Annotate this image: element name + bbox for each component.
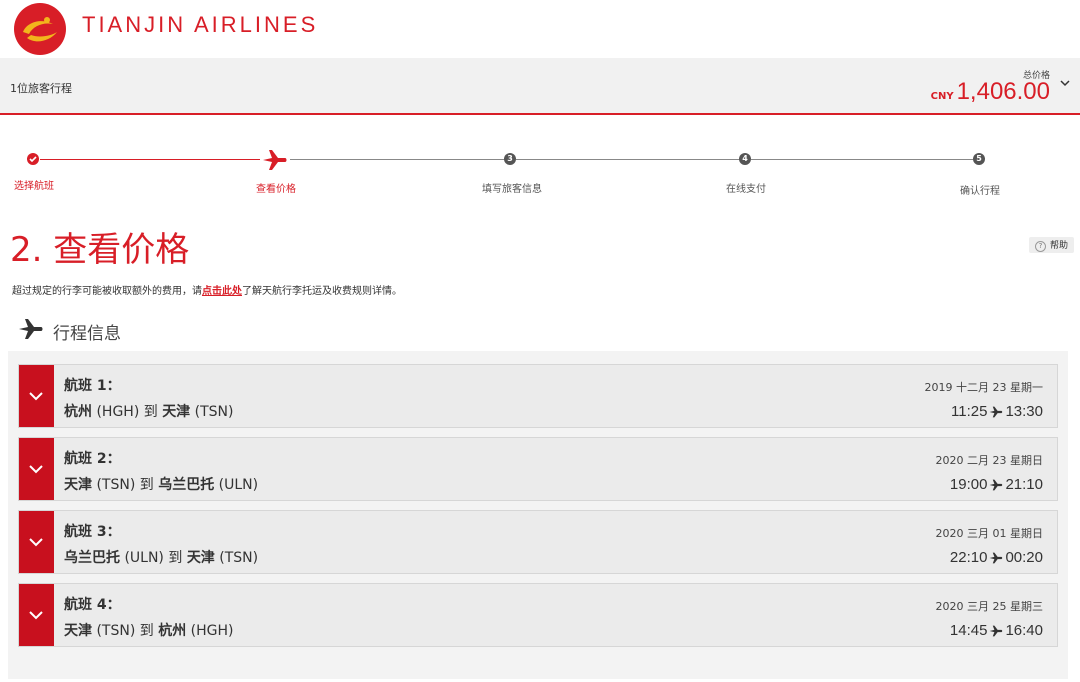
passenger-itinerary-label: 1位旅客行程 — [10, 82, 72, 95]
flight-card[interactable]: 航班 3： 乌兰巴托 (ULN) 到 天津 (TSN) 2020 三月 01 星… — [18, 510, 1058, 574]
departure-time: 14:45 — [949, 622, 988, 639]
flight-times: 11:25 13:30 — [951, 403, 1043, 420]
from-code: (TSN) — [96, 477, 136, 493]
from-city: 天津 — [64, 623, 92, 639]
chevron-down-icon — [29, 538, 43, 547]
departure-time: 11:25 — [951, 403, 988, 420]
price-amount: 1,406.00 — [956, 78, 1050, 105]
flight-name: 航班 4： — [64, 597, 121, 613]
step-5-node: 5 — [973, 153, 985, 165]
flight-date: 2020 三月 25 星期三 — [935, 600, 1043, 613]
notice-suffix: 了解天航行李托运及收费规则详情。 — [242, 286, 402, 297]
from-code: (HGH) — [96, 404, 140, 420]
progress-line — [290, 159, 505, 160]
flight-card[interactable]: 航班 1： 杭州 (HGH) 到 天津 (TSN) 2019 十二月 23 星期… — [18, 364, 1058, 428]
step-label-select-flight[interactable]: 选择航班 — [14, 177, 54, 192]
current-step-plane-icon — [263, 150, 287, 170]
from-city: 杭州 — [64, 404, 92, 420]
step-label-confirm: 确认行程 — [960, 186, 1000, 197]
from-city: 乌兰巴托 — [64, 550, 120, 566]
from-code: (TSN) — [96, 623, 136, 639]
flight-route: 乌兰巴托 (ULN) 到 天津 (TSN) — [64, 547, 258, 567]
step-4-node: 4 — [739, 153, 751, 165]
booking-progress: 3 4 5 选择航班 查看价格 填写旅客信息 在线支付 确认行程 — [0, 140, 1080, 200]
to-code: (HGH) — [190, 623, 234, 639]
to-city: 天津 — [186, 550, 215, 566]
plane-icon — [989, 625, 1003, 637]
flight-date: 2019 十二月 23 星期一 — [924, 381, 1043, 394]
from-code: (ULN) — [124, 550, 164, 566]
arrival-time: 21:10 — [1005, 476, 1043, 493]
expand-toggle[interactable] — [19, 584, 54, 646]
flight-route: 杭州 (HGH) 到 天津 (TSN) — [64, 401, 233, 421]
to-city: 杭州 — [158, 623, 187, 639]
flight-date: 2020 三月 01 星期日 — [935, 527, 1043, 540]
to-code: (TSN) — [194, 404, 234, 420]
arrival-time: 16:40 — [1005, 622, 1043, 639]
notice-prefix: 超过规定的行李可能被收取额外的费用，请 — [12, 286, 202, 297]
baggage-notice: 超过规定的行李可能被收取额外的费用，请点击此处了解天航行李托运及收费规则详情。 — [12, 282, 402, 297]
plane-icon — [989, 552, 1003, 564]
chevron-down-icon — [29, 465, 43, 474]
from-city: 天津 — [64, 477, 92, 493]
plane-icon — [19, 319, 43, 339]
arrival-time: 13:30 — [1005, 403, 1043, 420]
click-here-link[interactable]: 点击此处 — [202, 286, 242, 297]
to-city: 乌兰巴托 — [158, 477, 215, 493]
chevron-down-icon[interactable] — [1060, 78, 1070, 88]
tianjin-airlines-logo[interactable] — [13, 2, 67, 56]
help-button[interactable]: ? 帮助 — [1028, 237, 1074, 253]
to-code: (ULN) — [218, 477, 259, 493]
progress-line — [751, 159, 973, 160]
step-label-payment: 在线支付 — [726, 184, 766, 195]
to-code: (TSN) — [219, 550, 259, 566]
flight-times: 14:45 16:40 — [950, 622, 1043, 639]
section-title: 行程信息 — [53, 324, 121, 344]
flight-name: 航班 3： — [64, 524, 121, 540]
step-label-passenger-info: 填写旅客信息 — [482, 184, 542, 195]
flight-route: 天津 (TSN) 到 杭州 (HGH) — [64, 620, 233, 640]
arrival-time: 00:20 — [1005, 549, 1043, 566]
brand-name: TIANJIN AIRLINES — [82, 12, 319, 37]
to-word: 到 — [139, 623, 154, 639]
flight-card[interactable]: 航班 2： 天津 (TSN) 到 乌兰巴托 (ULN) 2020 二月 23 星… — [18, 437, 1058, 501]
progress-line-done — [40, 159, 260, 160]
flight-date: 2020 二月 23 星期日 — [935, 454, 1043, 467]
step-1-check-icon — [27, 153, 39, 165]
departure-time: 22:10 — [949, 549, 988, 566]
help-label: 帮助 — [1049, 241, 1068, 251]
flight-times: 19:00 21:10 — [950, 476, 1043, 493]
to-word: 到 — [168, 550, 183, 566]
flight-route: 天津 (TSN) 到 乌兰巴托 (ULN) — [64, 474, 258, 494]
to-word: 到 — [143, 404, 158, 420]
flight-card[interactable]: 航班 4： 天津 (TSN) 到 杭州 (HGH) 2020 三月 25 星期三… — [18, 583, 1058, 647]
page-title: 2. 查看价格 — [10, 230, 190, 270]
departure-time: 19:00 — [949, 476, 988, 493]
flight-times: 22:10 00:20 — [950, 549, 1043, 566]
step-label-view-price: 查看价格 — [256, 184, 296, 195]
chevron-down-icon — [29, 611, 43, 620]
currency-code: CNY — [930, 91, 954, 102]
flights-list: 航班 1： 杭州 (HGH) 到 天津 (TSN) 2019 十二月 23 星期… — [8, 351, 1068, 679]
total-price: CNY 1,406.00 — [931, 78, 1050, 106]
question-icon: ? — [1034, 241, 1046, 252]
flight-name: 航班 1： — [64, 378, 121, 394]
expand-toggle[interactable] — [19, 438, 54, 500]
to-word: 到 — [139, 477, 154, 493]
step-3-node: 3 — [504, 153, 516, 165]
progress-line — [516, 159, 740, 160]
plane-icon — [989, 406, 1003, 418]
chevron-down-icon — [29, 392, 43, 401]
itinerary-summary-bar[interactable]: 1位旅客行程 总价格 CNY 1,406.00 — [0, 58, 1080, 115]
top-header: TIANJIN AIRLINES — [0, 0, 1080, 58]
plane-icon — [989, 479, 1003, 491]
expand-toggle[interactable] — [19, 511, 54, 573]
flight-name: 航班 2： — [64, 451, 121, 467]
expand-toggle[interactable] — [19, 365, 54, 427]
to-city: 天津 — [162, 404, 191, 420]
